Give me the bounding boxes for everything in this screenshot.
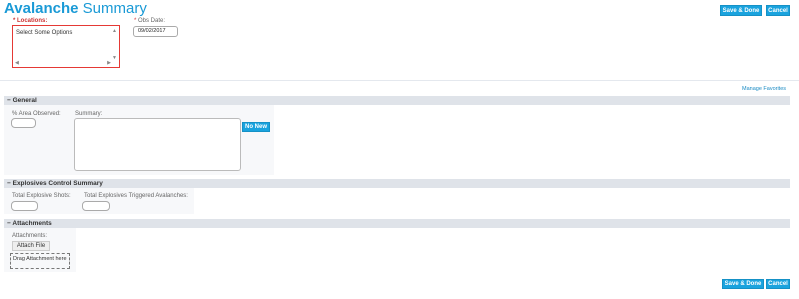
manage-favorites-link[interactable]: Manage Favorites bbox=[742, 86, 786, 92]
page-title-part2: Summary bbox=[82, 0, 147, 17]
scroll-left-icon[interactable]: ◀ bbox=[15, 60, 19, 66]
cancel-button-bottom[interactable]: Cancel bbox=[766, 279, 790, 289]
page-title: Avalanche Summary bbox=[4, 0, 147, 18]
summary-textarea[interactable] bbox=[74, 118, 241, 171]
obs-date-label: * Obs Date: bbox=[134, 18, 165, 25]
area-observed-input[interactable] bbox=[11, 118, 36, 128]
scroll-down-icon[interactable]: ▼ bbox=[112, 55, 117, 61]
obs-date-label-text: Obs Date: bbox=[138, 18, 166, 24]
obs-date-required-marker: * bbox=[134, 18, 137, 24]
summary-label: Summary: bbox=[75, 111, 103, 117]
total-triggered-input[interactable] bbox=[82, 201, 110, 211]
attachments-label: Attachments: bbox=[12, 233, 48, 239]
total-shots-label: Total Explosive Shots: bbox=[12, 193, 71, 199]
locations-placeholder: Select Some Options bbox=[16, 30, 73, 36]
divider bbox=[0, 80, 799, 81]
obs-date-field[interactable]: 09/02/2017 bbox=[133, 26, 178, 37]
explosives-section-header[interactable]: − Explosives Control Summary bbox=[4, 179, 790, 188]
locations-label: * Locations: bbox=[13, 18, 47, 25]
locations-multiselect[interactable]: Select Some Options ▲ ▼ ◀ ▶ bbox=[12, 25, 120, 68]
attachments-section-title: Attachments bbox=[12, 220, 52, 227]
collapse-icon[interactable]: − bbox=[7, 220, 11, 227]
save-done-button-top[interactable]: Save & Done bbox=[720, 5, 762, 16]
scroll-up-icon[interactable]: ▲ bbox=[112, 28, 117, 34]
scroll-right-icon[interactable]: ▶ bbox=[107, 60, 111, 66]
collapse-icon[interactable]: − bbox=[7, 180, 11, 187]
total-shots-input[interactable] bbox=[11, 201, 38, 211]
collapse-icon[interactable]: − bbox=[7, 97, 11, 104]
locations-required-marker: * bbox=[13, 18, 16, 24]
explosives-section-title: Explosives Control Summary bbox=[12, 180, 103, 187]
attach-file-button[interactable]: Attach File bbox=[12, 241, 50, 251]
total-triggered-label: Total Explosives Triggered Avalanches: bbox=[84, 193, 188, 199]
general-section-title: General bbox=[12, 97, 37, 104]
general-section-header[interactable]: − General bbox=[4, 96, 790, 105]
page-title-part1: Avalanche bbox=[4, 0, 79, 17]
no-new-button[interactable]: No New bbox=[242, 122, 270, 132]
save-done-button-bottom[interactable]: Save & Done bbox=[722, 279, 764, 289]
attachment-drop-zone[interactable]: Drag Attachment here bbox=[10, 253, 70, 269]
cancel-button-top[interactable]: Cancel bbox=[766, 5, 790, 16]
area-observed-label: % Area Observed: bbox=[12, 111, 61, 117]
locations-label-text: Locations: bbox=[17, 18, 48, 24]
attachments-section-header[interactable]: − Attachments bbox=[4, 219, 790, 228]
